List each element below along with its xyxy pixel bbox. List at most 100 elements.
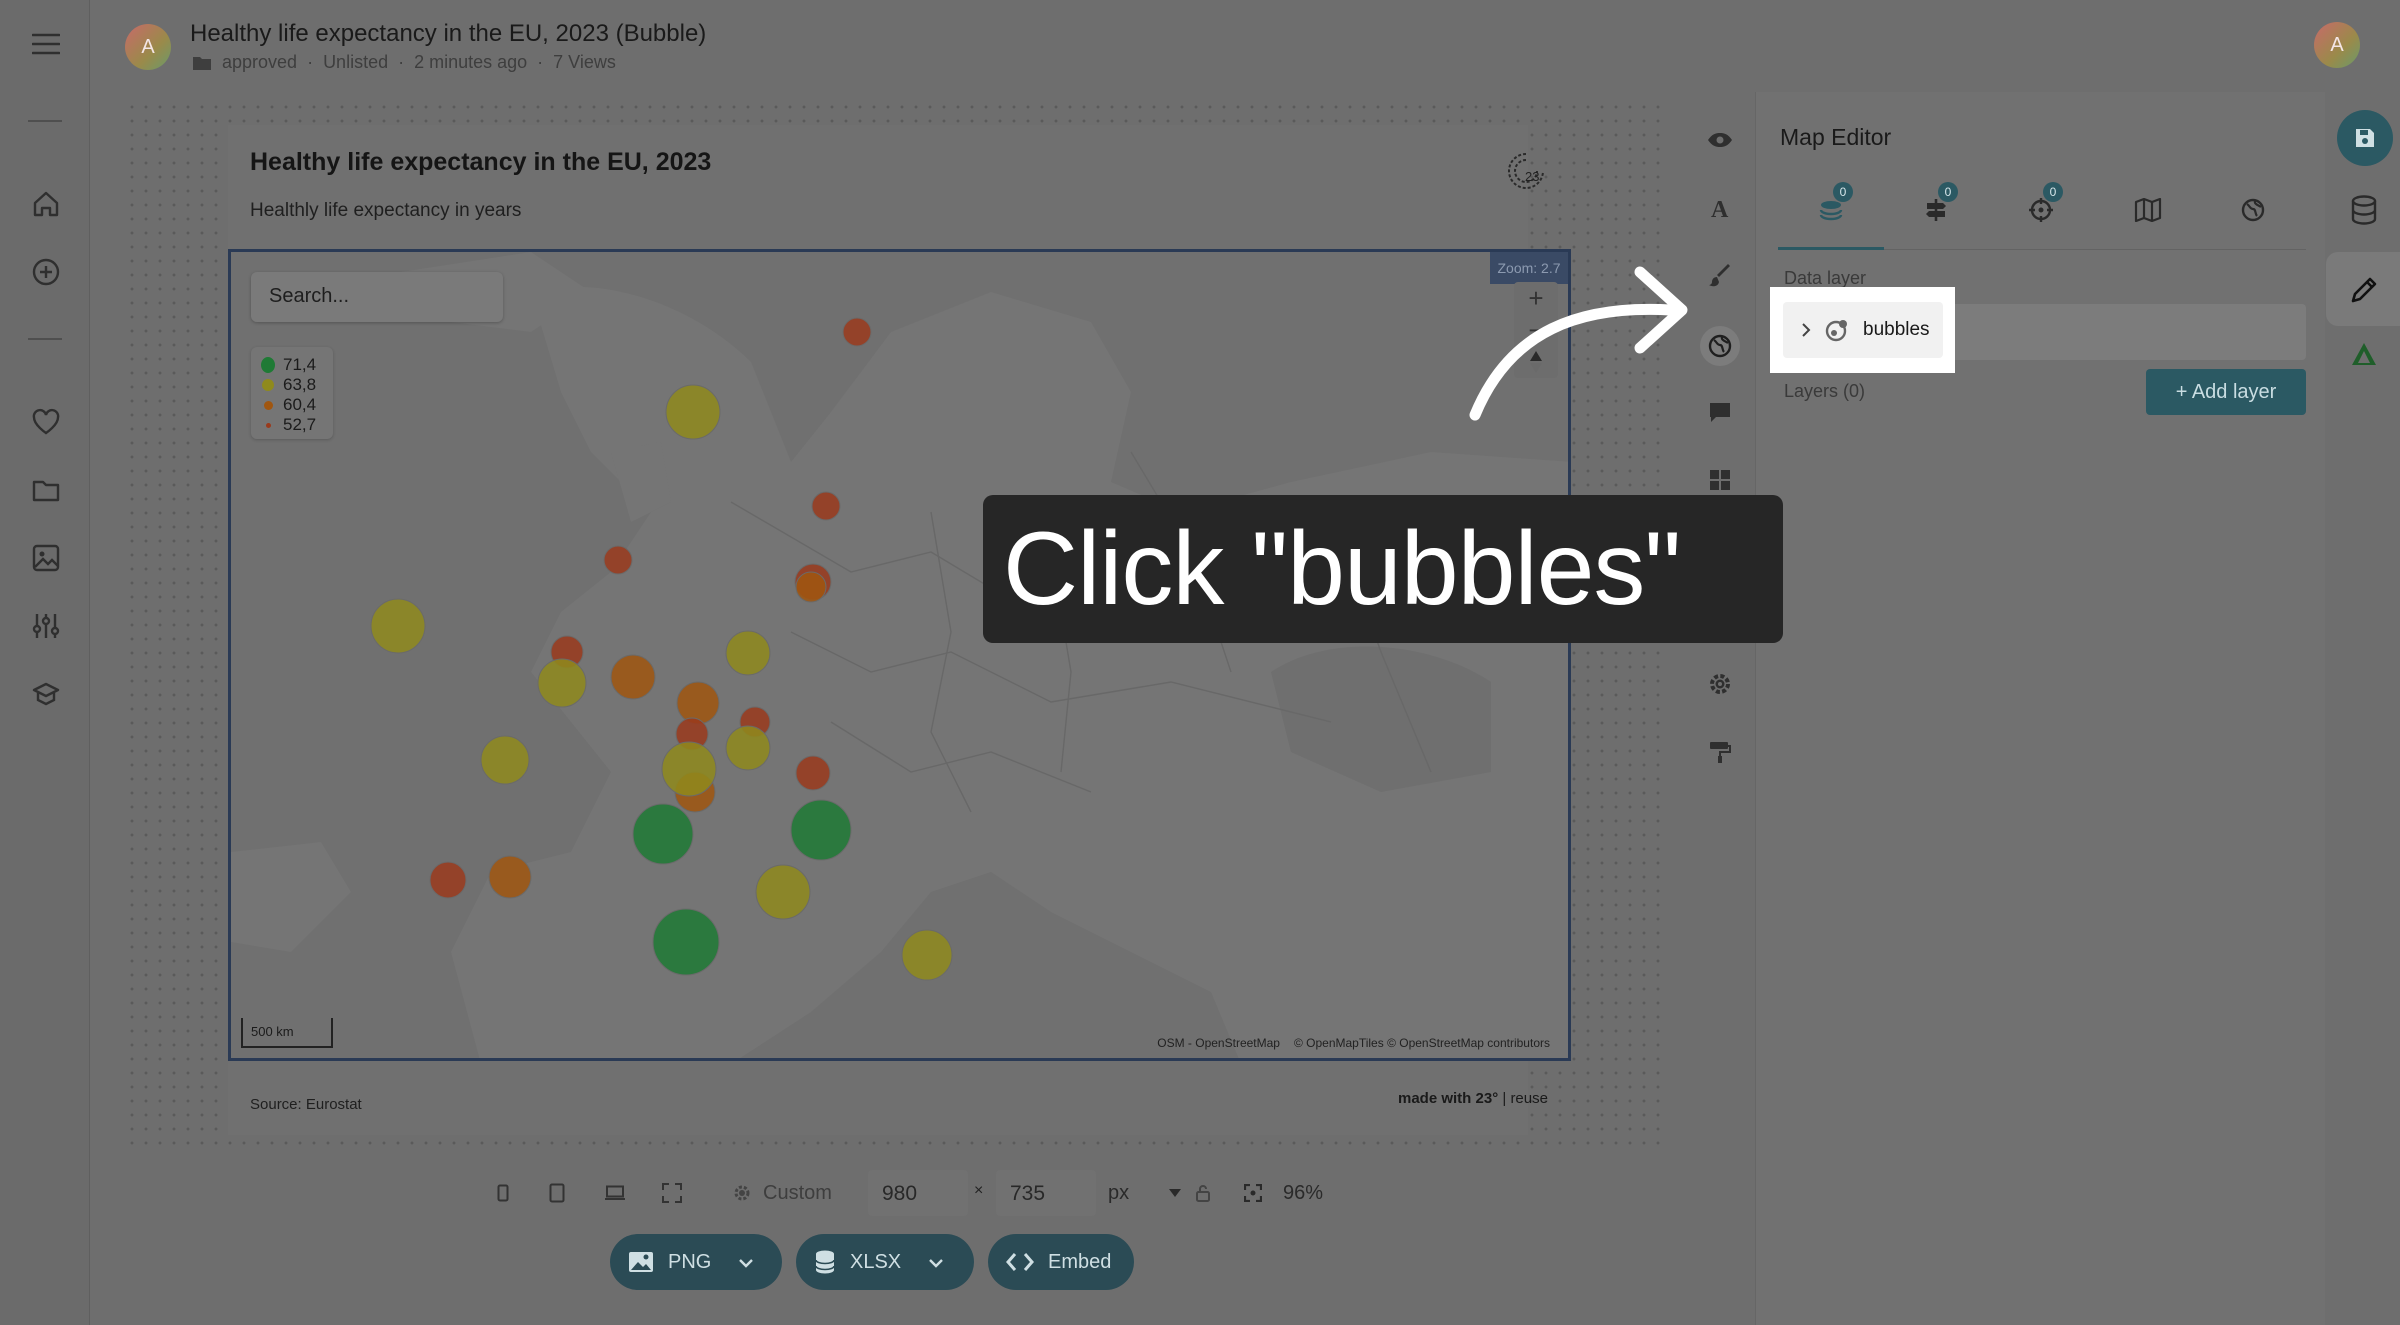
map-bubble[interactable] — [603, 545, 633, 575]
image-icon[interactable] — [28, 540, 64, 576]
pencil-icon[interactable] — [2342, 268, 2386, 312]
tab-markers[interactable]: 0 — [2021, 182, 2063, 230]
chart-height-input[interactable]: 735 — [996, 1170, 1096, 1216]
map-scale-bar: 500 km — [241, 1018, 333, 1048]
chart-source: Source: Eurostat — [250, 1096, 362, 1113]
chevron-right-icon[interactable] — [1801, 323, 1811, 337]
map-search-input[interactable]: Search... — [251, 272, 503, 322]
document-meta: approved · Unlisted · 2 minutes ago · 7 … — [192, 52, 616, 73]
export-png-button[interactable]: PNG — [610, 1234, 782, 1290]
publish-icon[interactable] — [2342, 332, 2386, 376]
map-bubble[interactable] — [676, 681, 720, 725]
made-with-label[interactable]: made with 23° — [1398, 1090, 1498, 1107]
unit-dropdown-icon[interactable] — [1160, 1178, 1190, 1208]
meta-separator: · — [398, 52, 405, 72]
save-icon[interactable] — [2337, 110, 2393, 166]
map-bubble[interactable] — [790, 799, 852, 861]
grid-layout-icon[interactable] — [1702, 462, 1738, 498]
gear-icon[interactable] — [1702, 666, 1738, 702]
legend-item: 63,8 — [261, 375, 323, 395]
reuse-link[interactable]: reuse — [1510, 1090, 1548, 1107]
attribution-osm[interactable]: OSM - OpenStreetMap — [1157, 1036, 1280, 1050]
legend-label: 52,7 — [283, 415, 317, 434]
zoom-fit-icon[interactable] — [1238, 1178, 1268, 1208]
chart-subtitle[interactable]: Healthly life expectancy in years — [250, 200, 521, 222]
tab-badge: 0 — [1938, 182, 1958, 202]
instruction-tooltip: Click "bubbles" — [983, 495, 1783, 643]
add-layer-button[interactable]: + Add layer — [2146, 369, 2306, 415]
map-bubble[interactable] — [480, 735, 530, 785]
chevron-down-icon[interactable] — [929, 1251, 944, 1274]
mobile-size-icon[interactable] — [488, 1178, 518, 1208]
embed-button[interactable]: Embed — [988, 1234, 1134, 1290]
bubble-layer[interactable] — [231, 252, 1571, 1061]
map-bubble[interactable] — [901, 929, 953, 981]
legend-item: 60,4 — [261, 395, 323, 415]
attribution-openmaptiles[interactable]: © OpenMapTiles © OpenStreetMap contribut… — [1294, 1036, 1550, 1050]
chevron-down-icon[interactable] — [739, 1251, 754, 1274]
lock-aspect-icon[interactable] — [1188, 1178, 1218, 1208]
user-avatar[interactable]: A — [2314, 22, 2360, 68]
tab-badge: 0 — [1833, 182, 1853, 202]
canvas-zoom-level[interactable]: 96% — [1283, 1182, 1323, 1205]
create-new-icon[interactable] — [28, 254, 64, 290]
tab-data-layers[interactable]: 0 — [1811, 182, 1853, 230]
export-xlsx-button[interactable]: XLSX — [796, 1234, 974, 1290]
map-bubble[interactable] — [661, 741, 717, 797]
editor-tool-column: A — [1690, 110, 1750, 790]
legend-item: 52,7 — [261, 415, 323, 435]
map-attribution: OSM - OpenStreetMap © OpenMapTiles © Ope… — [1157, 1036, 1550, 1050]
map-bubble[interactable] — [429, 861, 467, 899]
tab-basemap[interactable] — [2128, 190, 2168, 230]
map-bubble[interactable] — [652, 908, 720, 976]
chart-width-input[interactable]: 980 — [868, 1170, 968, 1216]
legend-label: 63,8 — [283, 375, 317, 394]
hamburger-menu-icon[interactable] — [28, 26, 64, 62]
map-bubble[interactable] — [632, 803, 694, 865]
home-icon[interactable] — [28, 186, 64, 222]
map-view[interactable]: Search... 71,4 63,8 60,4 52,7 Zoom: 2.7 + −… — [228, 249, 1571, 1061]
database-icon[interactable] — [2342, 188, 2386, 232]
desktop-size-icon[interactable] — [600, 1178, 630, 1208]
map-bubble[interactable] — [370, 598, 426, 654]
fullscreen-icon[interactable] — [657, 1178, 687, 1208]
map-bubble[interactable] — [610, 654, 656, 700]
map-bubble[interactable] — [725, 630, 771, 676]
tablet-size-icon[interactable] — [542, 1178, 572, 1208]
size-preset-label[interactable]: Custom — [763, 1182, 832, 1205]
eye-icon[interactable] — [1702, 122, 1738, 158]
made-with-footer: made with 23° | reuse — [1398, 1090, 1548, 1107]
dimension-separator: × — [974, 1182, 984, 1199]
tab-projection[interactable] — [2233, 190, 2273, 230]
document-title[interactable]: Healthy life expectancy in the EU, 2023 … — [190, 20, 706, 48]
map-bubble[interactable] — [842, 317, 872, 347]
view-count: 7 Views — [553, 52, 616, 72]
sliders-icon[interactable] — [28, 608, 64, 644]
map-bubble[interactable] — [665, 384, 721, 440]
gear-icon[interactable] — [727, 1178, 757, 1208]
layers-count: Layers (0) — [1784, 381, 1866, 401]
academy-icon[interactable] — [28, 676, 64, 712]
folder-icon[interactable] — [28, 472, 64, 508]
map-bubble[interactable] — [725, 725, 771, 771]
map-bubble[interactable] — [795, 755, 831, 791]
bubbles-layer-item[interactable]: bubbles — [1783, 302, 1943, 358]
text-style-icon[interactable]: A — [1702, 190, 1738, 226]
status-label[interactable]: approved — [222, 52, 297, 73]
panel-title: Map Editor — [1780, 124, 1892, 150]
paint-roller-icon[interactable] — [1702, 734, 1738, 770]
heart-icon[interactable] — [28, 404, 64, 440]
map-legend: 71,4 63,8 60,4 52,7 — [251, 347, 333, 439]
map-bubble[interactable] — [537, 658, 587, 708]
project-avatar: A — [125, 24, 171, 70]
tab-badge: 0 — [2043, 182, 2063, 202]
size-unit-label[interactable]: px — [1108, 1182, 1129, 1205]
chart-title[interactable]: Healthy life expectancy in the EU, 2023 — [250, 148, 711, 177]
map-bubble[interactable] — [755, 864, 811, 920]
map-bubble[interactable] — [811, 491, 841, 521]
tab-annotations[interactable]: 0 — [1916, 182, 1958, 230]
map-bubble[interactable] — [795, 571, 827, 603]
map-bubble[interactable] — [488, 855, 532, 899]
svg-text:23: 23 — [1525, 169, 1539, 184]
visibility-label[interactable]: Unlisted — [323, 52, 388, 73]
